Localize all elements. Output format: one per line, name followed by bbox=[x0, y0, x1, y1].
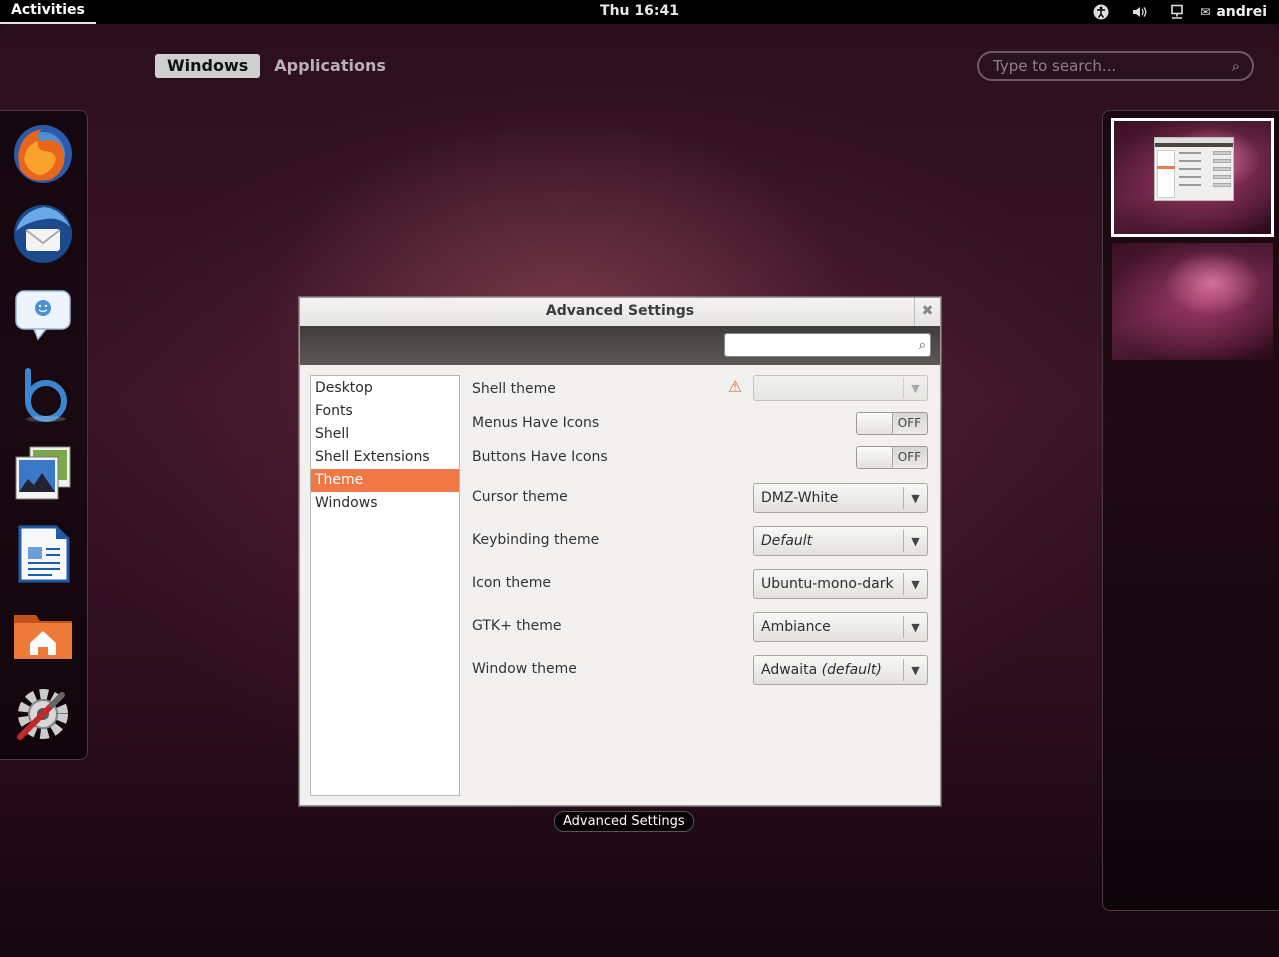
combo-value: Ambiance bbox=[761, 619, 831, 635]
sidebar-item-theme[interactable]: Theme bbox=[311, 469, 459, 492]
window-theme-label: Window theme bbox=[472, 661, 577, 677]
view-selector: Windows Applications bbox=[155, 54, 400, 78]
switch-knob bbox=[857, 447, 893, 468]
combo-value: Adwaita (default) bbox=[761, 662, 882, 678]
shell-theme-combo[interactable]: ▼ bbox=[753, 375, 928, 401]
window-theme-combo[interactable]: Adwaita (default) ▼ bbox=[753, 655, 928, 685]
shell-theme-label: Shell theme bbox=[472, 381, 556, 397]
settings-search: ⌕ bbox=[724, 333, 931, 357]
search-input[interactable] bbox=[993, 57, 1232, 75]
volume-icon[interactable] bbox=[1120, 0, 1158, 24]
workspace-thumbnail-1[interactable] bbox=[1111, 118, 1274, 237]
shotwell-icon[interactable] bbox=[12, 443, 74, 505]
tab-windows[interactable]: Windows bbox=[155, 54, 261, 78]
keybinding-theme-label: Keybinding theme bbox=[472, 532, 600, 548]
window-toolbar: ⌕ bbox=[300, 326, 940, 365]
status-area: ✉ andrei bbox=[1082, 0, 1279, 24]
combo-value: Ubuntu-mono-dark bbox=[761, 576, 894, 592]
activities-button[interactable]: Activities bbox=[0, 0, 96, 24]
workspace-thumbnail-2[interactable] bbox=[1112, 243, 1273, 360]
window-titlebar[interactable]: Advanced Settings ✖ bbox=[300, 298, 940, 326]
user-status-icon: ✉ bbox=[1200, 5, 1211, 19]
chevron-down-icon: ▼ bbox=[903, 378, 927, 398]
firefox-icon[interactable] bbox=[12, 123, 74, 185]
workspace-thumbnails bbox=[1102, 110, 1279, 911]
sidebar-item-windows[interactable]: Windows bbox=[311, 492, 459, 515]
window-theme-row: Window theme Adwaita (default) ▼ bbox=[472, 655, 928, 685]
switch-state: OFF bbox=[897, 450, 921, 464]
top-panel: Activities Thu 16:41 ✉ andrei bbox=[0, 0, 1279, 24]
window-title: Advanced Settings bbox=[545, 303, 695, 319]
switch-knob bbox=[857, 413, 893, 434]
gtk-theme-combo[interactable]: Ambiance ▼ bbox=[753, 612, 928, 642]
warning-icon: ⚠ bbox=[727, 377, 743, 396]
user-name: andrei bbox=[1216, 4, 1267, 20]
advanced-settings-window[interactable]: Advanced Settings ✖ ⌕ Desktop Fonts Shel… bbox=[299, 297, 941, 806]
search-icon: ⌕ bbox=[918, 337, 926, 353]
sidebar-item-shell[interactable]: Shell bbox=[311, 423, 459, 446]
window-caption: Advanced Settings bbox=[554, 811, 694, 832]
system-settings-icon[interactable] bbox=[12, 683, 74, 745]
menus-have-icons-switch[interactable]: OFF bbox=[856, 412, 928, 435]
combo-value-main: Adwaita bbox=[761, 662, 818, 678]
keybinding-theme-combo[interactable]: Default ▼ bbox=[753, 526, 928, 556]
gtk-theme-label: GTK+ theme bbox=[472, 618, 562, 634]
icon-theme-label: Icon theme bbox=[472, 575, 551, 591]
search-icon: ⌕ bbox=[1231, 57, 1240, 75]
libreoffice-writer-icon[interactable] bbox=[12, 523, 74, 585]
chevron-down-icon: ▼ bbox=[903, 616, 927, 638]
gtk-theme-row: GTK+ theme Ambiance ▼ bbox=[472, 612, 928, 642]
chevron-down-icon: ▼ bbox=[903, 530, 927, 552]
overview-search: ⌕ bbox=[977, 51, 1254, 81]
switch-state: OFF bbox=[897, 416, 921, 430]
banshee-icon[interactable] bbox=[12, 363, 74, 425]
buttons-have-icons-row: Buttons Have Icons OFF bbox=[472, 446, 928, 476]
workspace-window-preview bbox=[1154, 137, 1234, 201]
cursor-theme-combo[interactable]: DMZ-White ▼ bbox=[753, 483, 928, 513]
icon-theme-combo[interactable]: Ubuntu-mono-dark ▼ bbox=[753, 569, 928, 599]
keybinding-theme-row: Keybinding theme Default ▼ bbox=[472, 526, 928, 556]
user-menu[interactable]: ✉ andrei bbox=[1196, 0, 1279, 24]
menus-have-icons-row: Menus Have Icons OFF bbox=[472, 412, 928, 442]
chevron-down-icon: ▼ bbox=[903, 487, 927, 509]
home-folder-icon[interactable] bbox=[12, 603, 74, 665]
combo-value-suffix: (default) bbox=[821, 662, 882, 678]
network-icon[interactable] bbox=[1158, 0, 1196, 24]
icon-theme-row: Icon theme Ubuntu-mono-dark ▼ bbox=[472, 569, 928, 599]
chevron-down-icon: ▼ bbox=[903, 573, 927, 595]
category-sidebar: Desktop Fonts Shell Shell Extensions The… bbox=[310, 375, 460, 796]
sidebar-item-desktop[interactable]: Desktop bbox=[311, 377, 459, 400]
thunderbird-icon[interactable] bbox=[12, 203, 74, 265]
sidebar-item-shell-extensions[interactable]: Shell Extensions bbox=[311, 446, 459, 469]
dash bbox=[0, 110, 88, 760]
close-button[interactable]: ✖ bbox=[914, 298, 940, 325]
clock-label[interactable]: Thu 16:41 bbox=[600, 3, 679, 19]
sidebar-item-fonts[interactable]: Fonts bbox=[311, 400, 459, 423]
chevron-down-icon: ▼ bbox=[903, 659, 927, 681]
combo-value: DMZ-White bbox=[761, 490, 839, 506]
empathy-icon[interactable] bbox=[12, 283, 74, 345]
cursor-theme-row: Cursor theme DMZ-White ▼ bbox=[472, 483, 928, 513]
accessibility-icon[interactable] bbox=[1082, 0, 1120, 24]
combo-value: Default bbox=[761, 533, 813, 549]
tab-applications[interactable]: Applications bbox=[262, 54, 398, 78]
menus-have-icons-label: Menus Have Icons bbox=[472, 415, 600, 431]
buttons-have-icons-switch[interactable]: OFF bbox=[856, 446, 928, 469]
shell-theme-row: Shell theme ⚠ ▼ bbox=[472, 375, 928, 405]
buttons-have-icons-label: Buttons Have Icons bbox=[472, 449, 608, 465]
close-icon: ✖ bbox=[921, 303, 934, 319]
cursor-theme-label: Cursor theme bbox=[472, 489, 568, 505]
settings-search-input[interactable] bbox=[729, 337, 919, 353]
